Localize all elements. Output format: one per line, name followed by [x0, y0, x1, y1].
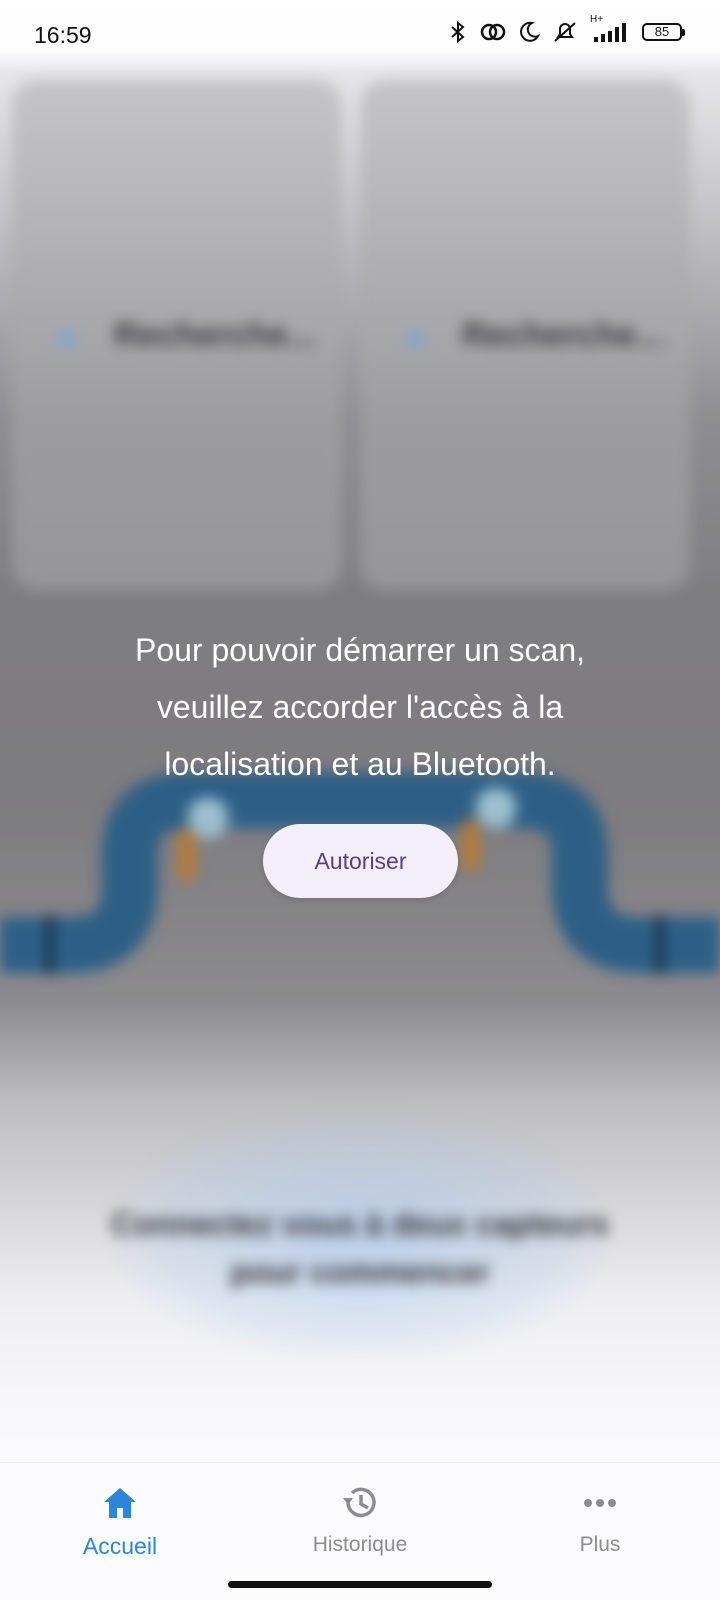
sensor-card-label: Recherche... [462, 316, 665, 354]
loading-dot-icon [406, 330, 424, 348]
muted-bell-icon [552, 20, 578, 44]
loading-dot-icon [58, 330, 76, 348]
bluetooth-icon [448, 20, 468, 44]
home-icon [30, 1483, 210, 1523]
bottom-nav: Accueil Historique Plus [0, 1462, 720, 1600]
permission-message-line3: localisation et au Bluetooth. [164, 746, 556, 782]
permission-message-line1: Pour pouvoir démarrer un scan, [135, 632, 585, 668]
signal-icon: H+ [590, 14, 630, 44]
nav-item-accueil[interactable]: Accueil [30, 1483, 210, 1560]
battery-icon: 85 [642, 23, 685, 41]
permission-message-line2: veuillez accorder l'accès à la [156, 689, 564, 725]
nav-label-plus: Plus [579, 1533, 621, 1556]
history-icon [270, 1483, 450, 1523]
connect-sensors-prompt: Connectez vous à deux capteurs pour comm… [60, 1200, 660, 1296]
status-bar: 16:59 H+ 85 [0, 0, 720, 72]
authorize-button[interactable]: Autoriser [263, 824, 458, 898]
connect-sensors-line1: Connectez vous à deux capteurs [111, 1206, 609, 1242]
screen: 16:59 H+ 85 Recherche... Recherche... Co… [0, 0, 720, 1600]
nav-item-historique[interactable]: Historique [270, 1483, 450, 1557]
nav-item-plus[interactable]: Plus [510, 1483, 690, 1557]
connect-sensors-line2: pour commencer [230, 1254, 490, 1290]
background-content: Recherche... Recherche... Connectez vous… [0, 0, 720, 1600]
sync-icon [480, 20, 506, 44]
permission-message: Pour pouvoir démarrer un scan, veuillez … [40, 622, 680, 793]
nav-label-accueil: Accueil [82, 1533, 158, 1559]
moon-icon [518, 20, 540, 44]
sensor-card-right[interactable]: Recherche... [360, 80, 690, 590]
status-icons: H+ 85 [448, 14, 685, 44]
home-indicator[interactable] [228, 1581, 492, 1588]
sensor-card-left[interactable]: Recherche... [12, 80, 342, 590]
network-type: H+ [590, 14, 604, 25]
more-icon [510, 1483, 690, 1523]
status-time: 16:59 [34, 22, 92, 48]
sensor-card-label: Recherche... [114, 316, 317, 354]
nav-label-historique: Historique [312, 1533, 408, 1556]
